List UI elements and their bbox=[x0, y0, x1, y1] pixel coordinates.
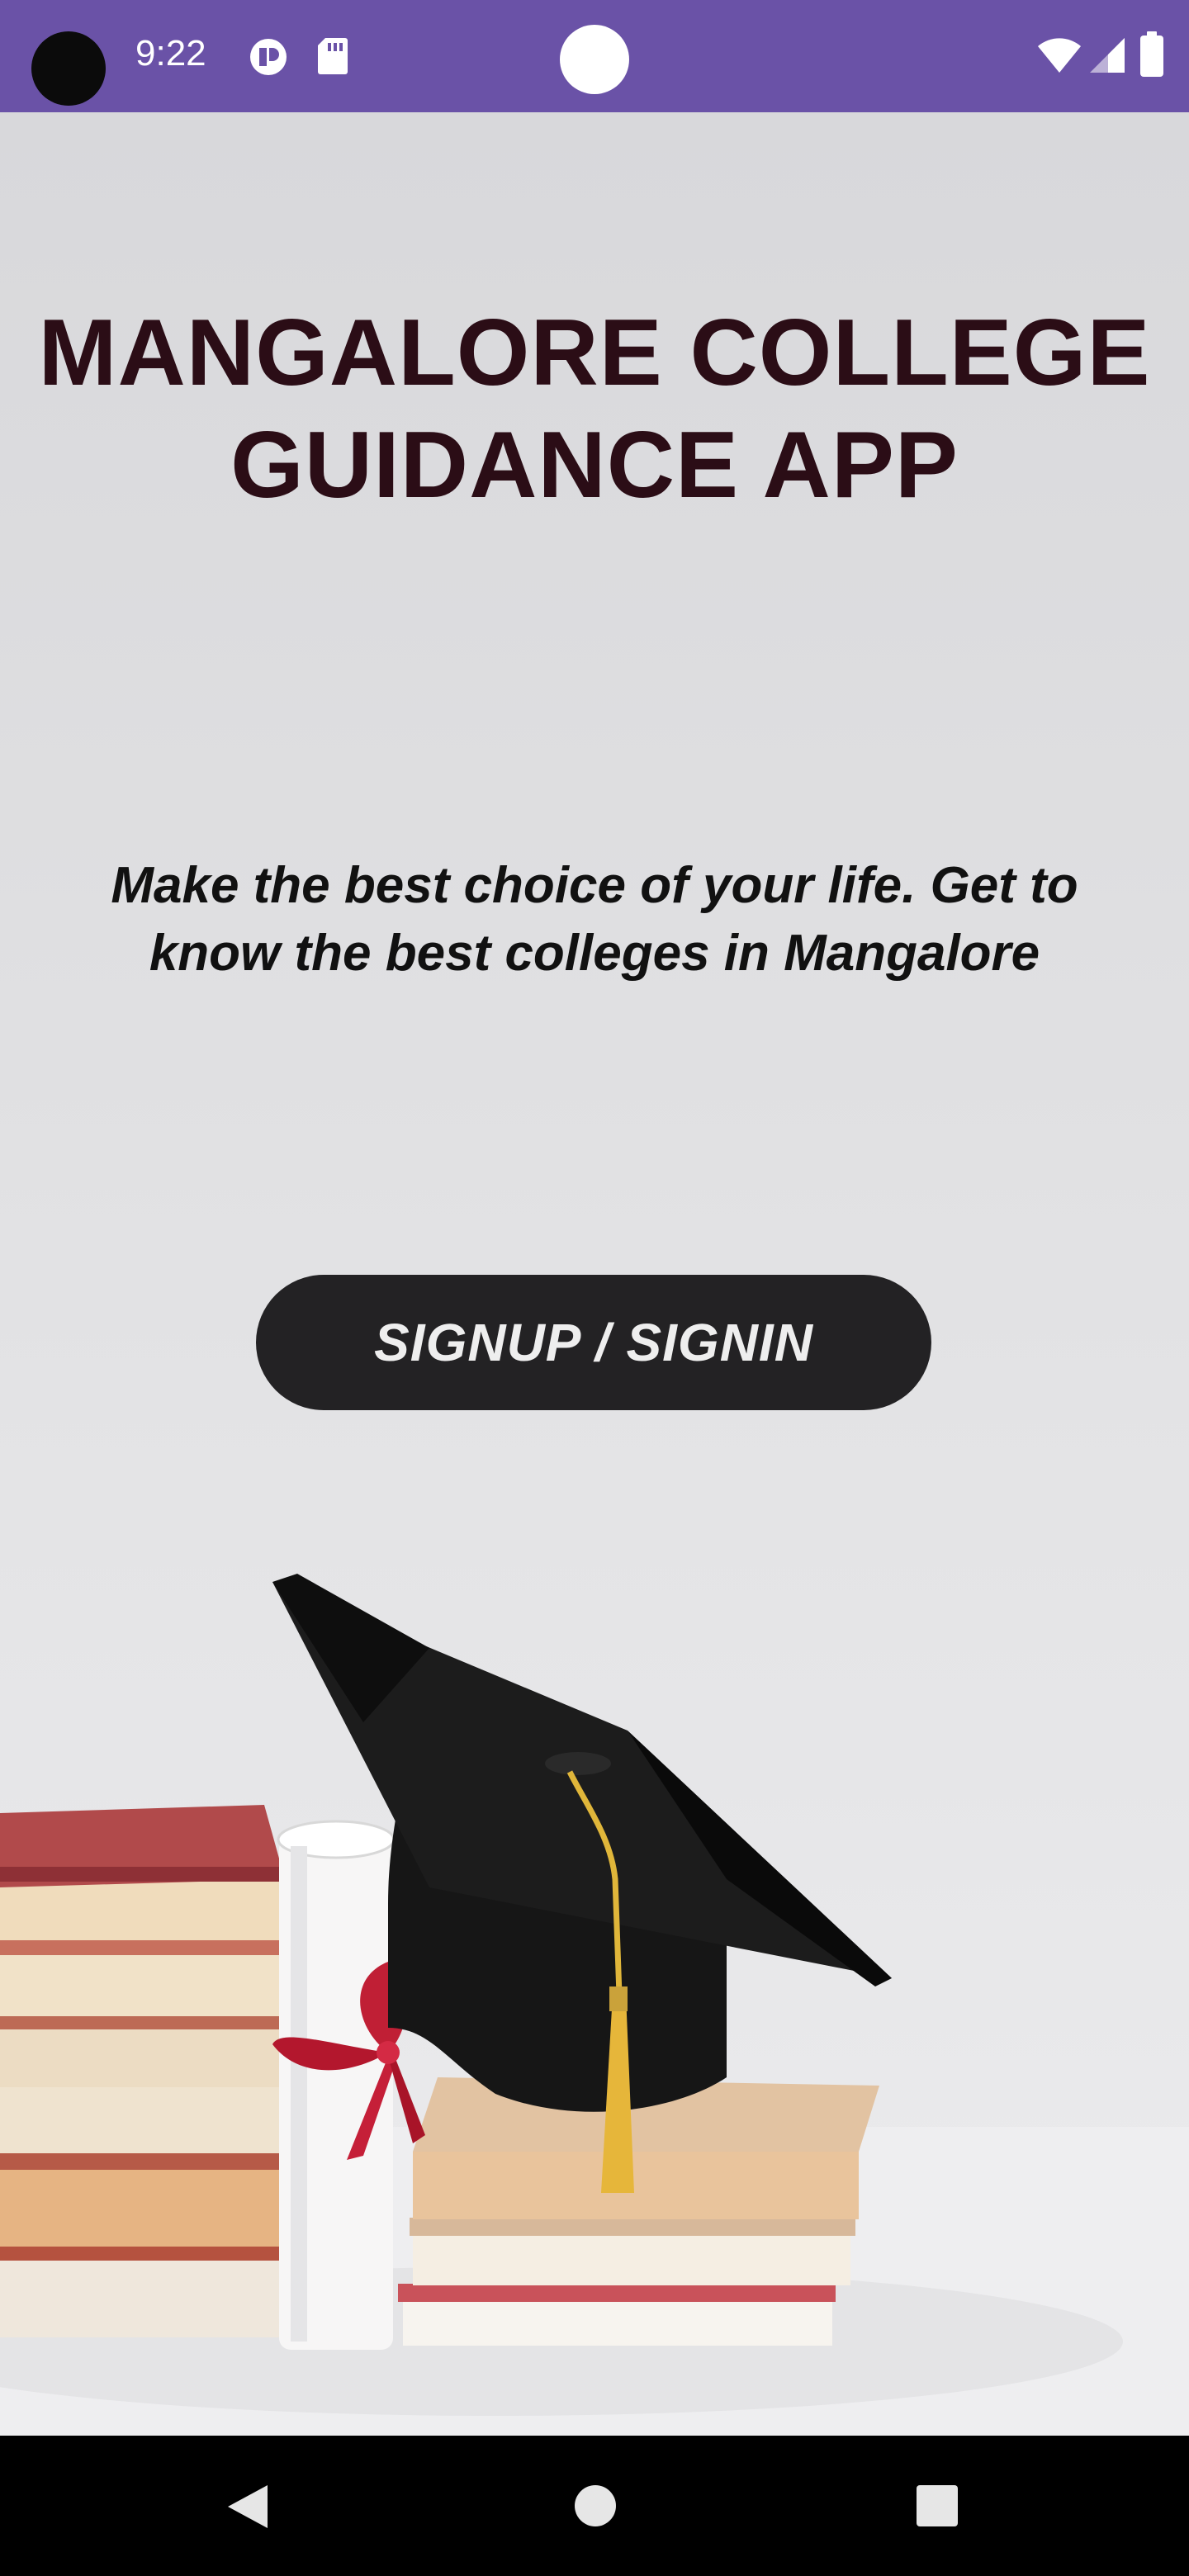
signup-signin-label: SIGNUP / SIGNIN bbox=[374, 1313, 813, 1372]
notification-app-icon bbox=[250, 39, 287, 75]
tagline: Make the best choice of your life. Get t… bbox=[111, 857, 1078, 982]
back-icon[interactable] bbox=[223, 2482, 272, 2531]
battery-icon bbox=[1140, 31, 1163, 77]
navigation-bar bbox=[0, 2436, 1189, 2576]
recents-icon[interactable] bbox=[915, 2484, 959, 2528]
status-bar: 9:22 bbox=[0, 0, 1189, 112]
wifi-icon bbox=[1038, 38, 1081, 73]
main-content: MANGALORE COLLEGE GUIDANCE APP Make the … bbox=[0, 112, 1189, 2436]
signal-icon bbox=[1090, 38, 1125, 73]
home-icon[interactable] bbox=[573, 2484, 618, 2528]
graduation-illustration bbox=[0, 1574, 1189, 2436]
app-title-line2: GUIDANCE APP bbox=[230, 413, 959, 518]
status-time: 9:22 bbox=[135, 33, 206, 73]
book-stack-right bbox=[398, 2077, 879, 2346]
signup-signin-button[interactable]: SIGNUP / SIGNIN bbox=[256, 1275, 931, 1410]
app-title-line1: MANGALORE COLLEGE bbox=[38, 301, 1151, 405]
app-title: MANGALORE COLLEGE GUIDANCE APP bbox=[0, 297, 1189, 522]
center-dot bbox=[560, 25, 629, 94]
sd-card-icon bbox=[318, 38, 348, 74]
camera-cutout bbox=[31, 31, 106, 106]
